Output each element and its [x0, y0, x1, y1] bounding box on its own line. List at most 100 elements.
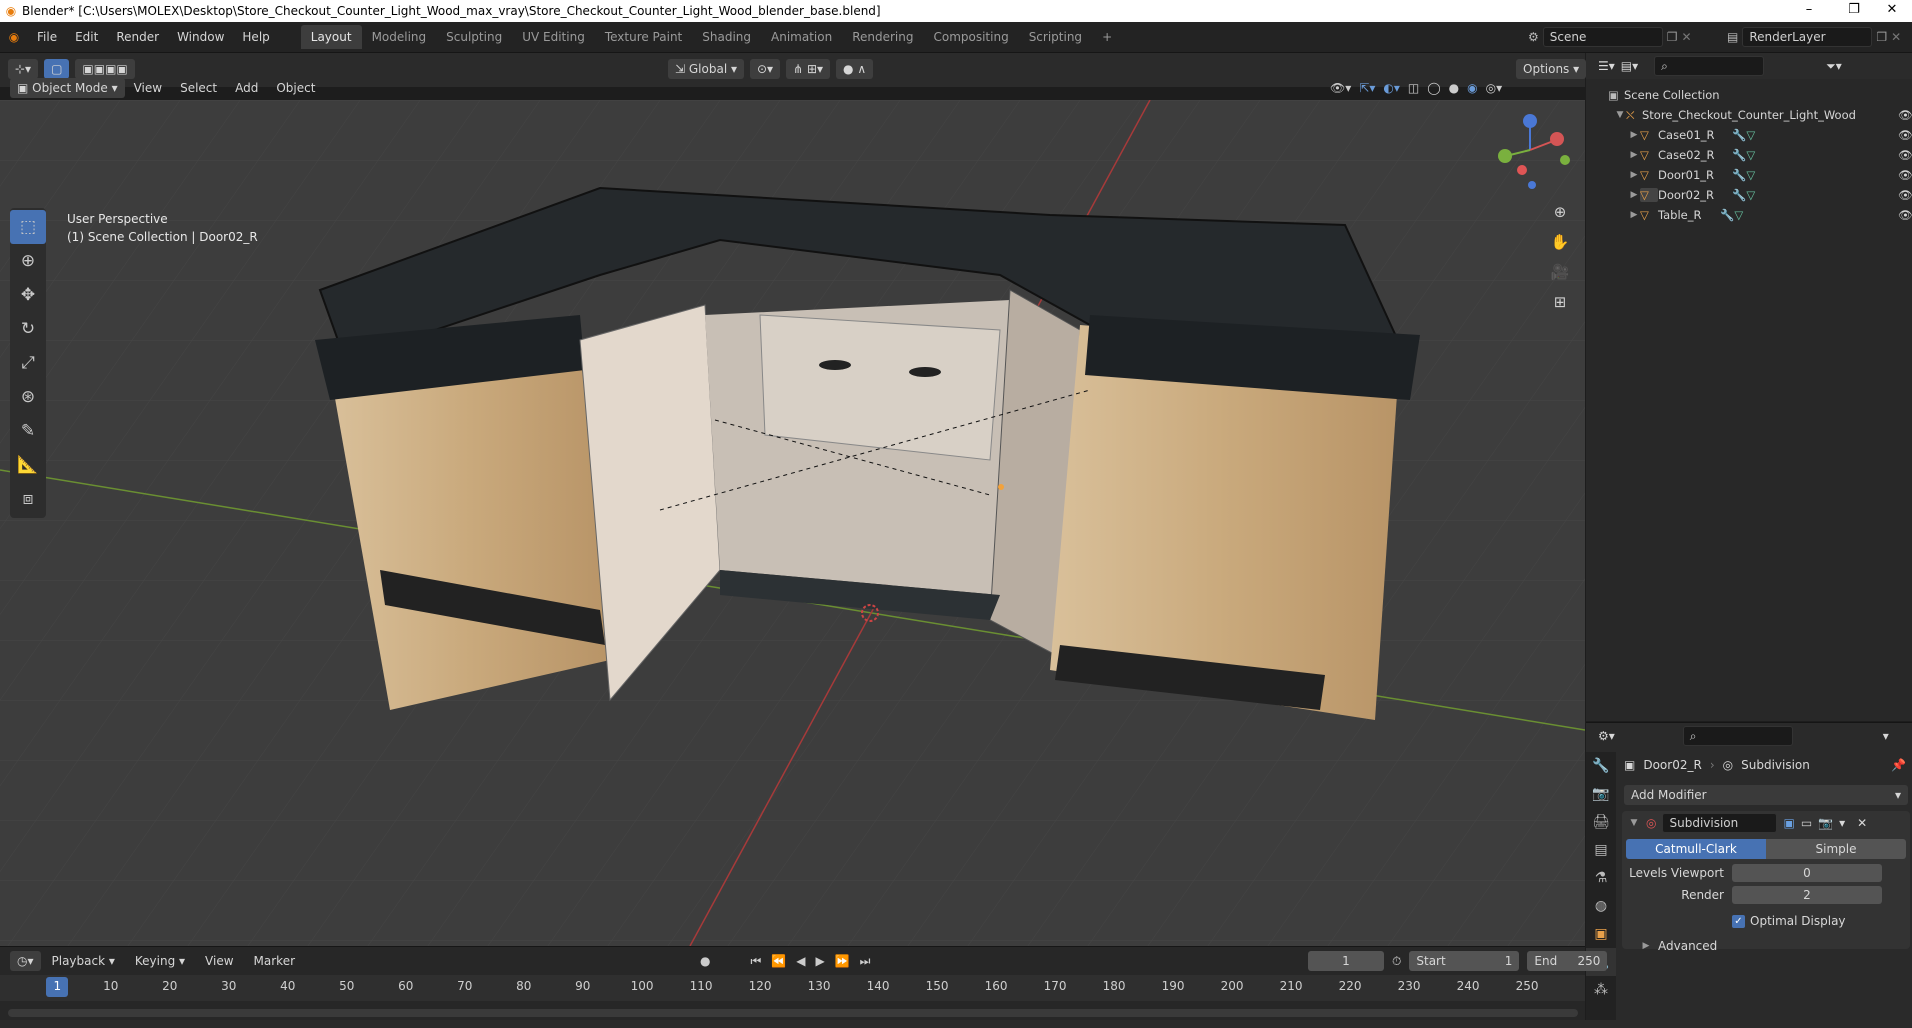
advanced-subpanel-header[interactable]: ▶ Advanced [1622, 937, 1910, 955]
outliner-row-object[interactable]: ▶ ▽ Case02_R 🔧 ▽ 👁 [1586, 145, 1912, 165]
play-reverse-icon[interactable]: ◀ [796, 954, 805, 968]
next-keyframe-icon[interactable]: ⏩ [835, 954, 850, 968]
move-tool-icon[interactable]: ✥ [10, 278, 46, 312]
tab-rendering[interactable]: Rendering [842, 25, 923, 49]
remove-modifier-icon[interactable]: ✕ [1857, 816, 1867, 830]
render-tab-icon[interactable]: 📷 [1586, 780, 1616, 808]
annotate-tool-icon[interactable]: ✎ [10, 414, 46, 448]
add-modifier-dropdown[interactable]: Add Modifier ▾ [1624, 785, 1908, 805]
simple-button[interactable]: Simple [1766, 839, 1906, 859]
timeline-playback-menu[interactable]: Playback ▾ [43, 954, 124, 968]
outliner-row-object-active[interactable]: ▶ ▽ Door02_R 🔧 ▽ 👁 [1586, 185, 1912, 205]
record-icon[interactable]: ● [700, 954, 710, 968]
world-tab-icon[interactable]: ◍ [1586, 892, 1616, 920]
xray-toggle-icon[interactable]: ◫ [1408, 81, 1419, 95]
tab-animation[interactable]: Animation [761, 25, 842, 49]
edit-mode-toggle-icon[interactable]: ▣ [1783, 816, 1794, 830]
menu-window[interactable]: Window [168, 30, 233, 44]
viewport-menu-select[interactable]: Select [171, 81, 226, 95]
outliner-search-input[interactable]: ⌕ [1654, 56, 1765, 76]
modifier-name-field[interactable]: Subdivision [1662, 813, 1778, 833]
tool-tab-icon[interactable]: 🔧 [1586, 752, 1616, 780]
maximize-button[interactable]: ❐ [1834, 0, 1874, 22]
overlay-toggle-icon[interactable]: ◐▾ [1383, 81, 1400, 95]
visibility-eye-icon[interactable]: 👁 [1898, 128, 1912, 142]
material-shading-icon[interactable]: ◉ [1467, 81, 1477, 95]
3d-viewport[interactable]: ⬚ ⊕ ✥ ↻ ⤢ ⊛ ✎ 📐 ⧈ User Perspective (1) S… [0, 100, 1585, 946]
gizmo-x-icon[interactable] [1550, 132, 1564, 146]
collapse-arrow-icon[interactable]: ▼ [1628, 818, 1640, 828]
expand-arrow-icon[interactable]: ▶ [1628, 190, 1640, 200]
tab-shading[interactable]: Shading [692, 25, 761, 49]
object-mode-dropdown[interactable]: ▣ Object Mode ▾ [10, 78, 125, 98]
viewport-menu-view[interactable]: View [125, 81, 171, 95]
end-frame-field[interactable]: End 250 [1527, 951, 1608, 971]
add-cube-tool-icon[interactable]: ⧈ [10, 482, 46, 516]
timeline-ruler[interactable]: 1 10 20 30 40 50 60 70 80 90 100 110 120 130 140 150 160… [0, 975, 1585, 1001]
visibility-eye-icon[interactable]: 👁 [1898, 108, 1912, 122]
tab-sculpting[interactable]: Sculpting [436, 25, 512, 49]
scene-tab-icon[interactable]: ⚗ [1586, 864, 1616, 892]
jump-end-icon[interactable]: ⏭ [860, 954, 871, 969]
zoom-icon[interactable]: ⊕ [1546, 198, 1574, 226]
menu-render[interactable]: Render [107, 30, 168, 44]
outliner-row-object[interactable]: ▶ ▽ Table_R 🔧 ▽ 👁 [1586, 205, 1912, 225]
outliner-row-object[interactable]: ▶ ▽ Case01_R 🔧 ▽ 👁 [1586, 125, 1912, 145]
optimal-display-checkbox[interactable]: ✓ [1732, 914, 1745, 928]
blender-menu-icon[interactable]: ◉ [0, 30, 28, 44]
scene-browse-icon[interactable]: ⚙ [1528, 30, 1539, 44]
expand-arrow-icon[interactable]: ▶ [1628, 170, 1640, 180]
rendered-shading-icon[interactable]: ◎▾ [1486, 81, 1503, 95]
tab-layout[interactable]: Layout [300, 25, 362, 49]
visibility-eye-icon[interactable]: 👁 [1898, 148, 1912, 162]
add-workspace-icon[interactable]: + [1092, 25, 1122, 49]
scene-copy-icon[interactable]: ❐ [1667, 30, 1678, 44]
modifier-menu-icon[interactable]: ▾ [1839, 816, 1845, 830]
close-button[interactable]: ✕ [1872, 0, 1912, 22]
expand-arrow-icon[interactable]: ▼ [1614, 110, 1626, 120]
timeline-editor-icon[interactable]: ◷▾ [10, 951, 41, 971]
jump-start-icon[interactable]: ⏮ [750, 954, 761, 969]
select-tool-icon[interactable]: ⬚ [10, 210, 46, 244]
timeline-view-menu[interactable]: View [196, 954, 242, 968]
tab-scripting[interactable]: Scripting [1019, 25, 1092, 49]
viewport-toggle-icon[interactable]: ▭ [1801, 816, 1812, 830]
visibility-eye-icon[interactable]: 👁 [1898, 188, 1912, 202]
timeline-marker-menu[interactable]: Marker [245, 954, 304, 968]
ortho-grid-icon[interactable]: ⊞ [1546, 288, 1574, 316]
view-layer-tab-icon[interactable]: ▤ [1586, 836, 1616, 864]
outliner-display-mode-icon[interactable]: ▤▾ [1621, 59, 1638, 73]
tab-texture-paint[interactable]: Texture Paint [595, 25, 692, 49]
renderlayer-copy-icon[interactable]: ❐ [1876, 30, 1887, 44]
navigation-gizmo[interactable] [1490, 110, 1570, 190]
scale-tool-icon[interactable]: ⤢ [10, 346, 46, 380]
wireframe-shading-icon[interactable]: ◯ [1427, 81, 1440, 95]
expand-arrow-icon[interactable]: ▶ [1628, 210, 1640, 220]
timeline-keying-menu[interactable]: Keying ▾ [126, 954, 194, 968]
minimize-button[interactable]: – [1789, 0, 1829, 22]
properties-search-input[interactable]: ⌕ [1682, 726, 1793, 746]
render-levels-field[interactable]: 2 [1732, 886, 1882, 904]
rotate-tool-icon[interactable]: ↻ [10, 312, 46, 346]
catmull-clark-button[interactable]: Catmull-Clark [1626, 839, 1766, 859]
outliner-filter-icon[interactable]: ⏷▾ [1826, 59, 1842, 74]
prev-keyframe-icon[interactable]: ⏪ [771, 954, 786, 968]
pan-hand-icon[interactable]: ✋ [1546, 228, 1574, 256]
scene-field[interactable]: Scene [1542, 27, 1663, 47]
viewport-menu-add[interactable]: Add [226, 81, 267, 95]
tab-modeling[interactable]: Modeling [362, 25, 437, 49]
start-frame-field[interactable]: Start 1 [1409, 951, 1520, 971]
gizmo-toggle-icon[interactable]: ⇱▾ [1359, 81, 1375, 95]
outliner-row-scene-collection[interactable]: ▣ Scene Collection [1586, 85, 1912, 105]
tab-uv-editing[interactable]: UV Editing [512, 25, 595, 49]
renderlayer-remove-icon[interactable]: ✕ [1891, 30, 1901, 44]
output-tab-icon[interactable]: 🖨 [1586, 808, 1616, 836]
tab-compositing[interactable]: Compositing [923, 25, 1018, 49]
visibility-icon[interactable]: 👁▾ [1330, 81, 1351, 95]
object-tab-icon[interactable]: ▣ [1586, 920, 1616, 948]
properties-editor-icon[interactable]: ⚙▾ [1598, 729, 1615, 743]
scene-remove-icon[interactable]: ✕ [1682, 30, 1692, 44]
pin-icon[interactable]: 📌 [1891, 758, 1906, 772]
menu-file[interactable]: File [28, 30, 66, 44]
measure-tool-icon[interactable]: 📐 [10, 448, 46, 482]
